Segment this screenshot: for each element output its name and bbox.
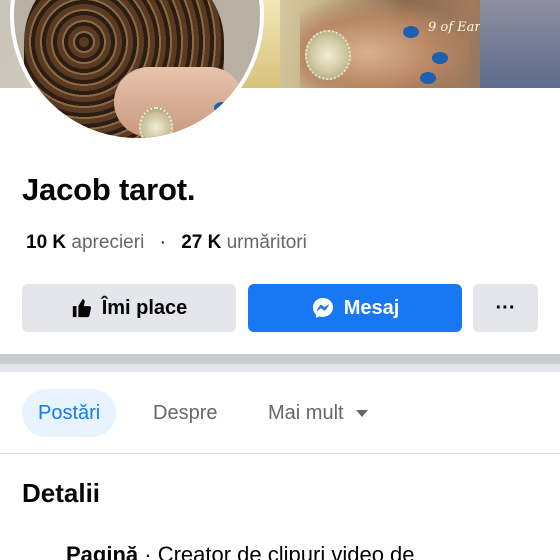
messenger-icon bbox=[312, 298, 333, 318]
cover-nail bbox=[403, 26, 419, 38]
cover-nail bbox=[420, 72, 436, 84]
page-title: Jacob tarot. bbox=[22, 172, 196, 207]
thumbs-up-icon bbox=[72, 299, 91, 318]
stats-separator: · bbox=[159, 232, 166, 253]
followers-count: 27 K bbox=[181, 232, 222, 253]
tab-more[interactable]: Mai mult bbox=[252, 389, 384, 437]
details-category-value: Creator de clipuri video de bbox=[157, 542, 415, 560]
tab-about[interactable]: Despre bbox=[137, 389, 233, 437]
details-heading: Detalii bbox=[22, 478, 101, 508]
tab-posts[interactable]: Postări bbox=[22, 389, 117, 437]
chevron-down-icon bbox=[355, 409, 368, 417]
followers-label[interactable]: urmăritori bbox=[227, 232, 307, 253]
likes-count: 10 K bbox=[26, 232, 67, 253]
section-divider bbox=[0, 354, 560, 372]
cover-ring bbox=[305, 30, 351, 80]
details-category: Pagină · Creator de clipuri video de bbox=[66, 542, 415, 560]
avatar-nail bbox=[214, 102, 230, 114]
avatar-ring bbox=[139, 107, 173, 138]
message-button[interactable]: Mesaj bbox=[248, 284, 462, 332]
profile-avatar[interactable] bbox=[10, 0, 264, 142]
more-options-button[interactable]: ··· bbox=[473, 284, 538, 332]
message-button-label: Mesaj bbox=[343, 296, 400, 319]
more-options-icon: ··· bbox=[495, 296, 516, 319]
details-category-label: Pagină bbox=[66, 542, 139, 560]
cover-nail bbox=[432, 52, 448, 64]
cover-bottle bbox=[480, 0, 560, 88]
like-button-label: Îmi place bbox=[101, 296, 188, 319]
like-button[interactable]: Îmi place bbox=[22, 284, 236, 332]
profile-tabs: Postări Despre Mai mult bbox=[0, 372, 560, 454]
tab-more-label: Mai mult bbox=[268, 401, 344, 424]
details-category-separator: · bbox=[138, 542, 158, 560]
likes-label[interactable]: aprecieri bbox=[71, 232, 144, 253]
page-stats: 10 K aprecieri · 27 K urmăritori bbox=[26, 232, 307, 254]
